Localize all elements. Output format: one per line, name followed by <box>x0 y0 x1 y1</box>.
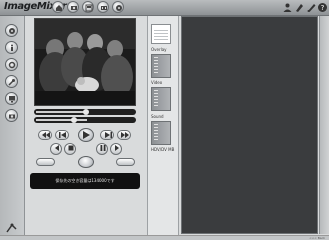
player-panel: 保存先の空き容量は134000です <box>28 16 142 189</box>
video-preview[interactable] <box>34 18 136 106</box>
settings-icon <box>8 61 16 69</box>
media-strip: Overlay Video Sound HDV/DV MB <box>147 16 179 236</box>
home-mode-button[interactable] <box>52 1 64 13</box>
overlay-label: Overlay <box>151 47 167 52</box>
info-icon <box>11 44 13 51</box>
settings-rail-button[interactable] <box>5 58 18 71</box>
video-gauge[interactable] <box>151 87 171 111</box>
status-message: 保存先の空き容量は134000です <box>30 173 140 189</box>
volume-bar[interactable] <box>34 117 136 123</box>
rewind-button[interactable] <box>38 130 52 140</box>
wrench-icon <box>8 79 15 86</box>
camera-icon <box>9 114 15 119</box>
imagemixer-window: ImageMixer ? 保存先の空き容量は134000です Overlay V… <box>0 0 329 240</box>
edit-mode-button[interactable] <box>97 1 109 13</box>
monitor-icon <box>9 96 15 103</box>
mark-in-button[interactable] <box>36 158 55 166</box>
frame-forward-button[interactable] <box>110 143 122 155</box>
next-icon <box>105 132 112 138</box>
disc-icon <box>116 5 122 11</box>
rewind-icon <box>42 132 50 138</box>
svg-text:?: ? <box>321 4 325 12</box>
stop-icon <box>68 145 74 151</box>
video-label: Video <box>151 80 163 85</box>
pause-icon <box>100 145 106 151</box>
frame-forward-icon <box>115 145 119 151</box>
stop-button[interactable] <box>64 143 76 155</box>
camera-rail-button[interactable] <box>5 109 18 122</box>
camera-icon <box>71 6 77 10</box>
capture-button[interactable] <box>78 156 94 168</box>
workspace-area[interactable] <box>181 16 318 234</box>
overlay-gauge[interactable] <box>151 54 171 78</box>
user-icon[interactable] <box>282 2 293 13</box>
fast-forward-icon <box>121 132 129 138</box>
sound-label: Sound <box>151 114 164 119</box>
play-icon <box>83 131 90 139</box>
sound-gauge[interactable] <box>151 121 171 145</box>
capture-mode-button[interactable] <box>67 1 79 13</box>
right-scroll-strip[interactable] <box>319 16 329 234</box>
play-button[interactable] <box>78 128 94 142</box>
seek-bar[interactable] <box>34 109 136 115</box>
disc-icon <box>9 28 15 34</box>
mark-out-button[interactable] <box>116 158 135 166</box>
seek-progress <box>36 111 85 113</box>
status-message-text: 保存先の空き容量は134000です <box>55 178 115 183</box>
tag-icon[interactable] <box>294 2 305 13</box>
monitor-rail-button[interactable] <box>5 92 18 105</box>
album-mode-button[interactable] <box>82 1 94 13</box>
top-toolbar: ImageMixer ? <box>0 0 329 16</box>
previous-icon <box>59 132 66 138</box>
frame-back-icon <box>55 145 59 151</box>
info-rail-button[interactable] <box>5 41 18 54</box>
next-button[interactable] <box>100 130 114 140</box>
seek-knob[interactable] <box>82 109 89 115</box>
home-icon <box>56 5 62 11</box>
frame-back-button[interactable] <box>50 143 62 155</box>
previous-button[interactable] <box>55 130 69 140</box>
fast-forward-button[interactable] <box>117 130 131 140</box>
exit-icon[interactable] <box>5 222 18 234</box>
volume-level <box>36 119 87 121</box>
hdv-dv-label: HDV/DV MB <box>151 147 175 152</box>
help-icon[interactable]: ? <box>317 2 328 13</box>
volume-knob[interactable] <box>70 117 77 123</box>
overlay-thumbnail[interactable] <box>151 24 171 44</box>
output-mode-button[interactable] <box>112 1 124 13</box>
edit-icon[interactable] <box>306 2 317 13</box>
left-tool-rail <box>0 16 25 240</box>
back-link[interactable]: <<< Back <box>309 236 325 240</box>
film-icon <box>101 6 107 10</box>
bottom-status-bar: <<< Back <box>0 235 329 240</box>
disc-rail-button[interactable] <box>5 24 18 37</box>
album-icon <box>85 4 93 12</box>
tools-rail-button[interactable] <box>5 75 18 88</box>
pause-button[interactable] <box>96 143 108 155</box>
preview-image <box>35 19 135 105</box>
